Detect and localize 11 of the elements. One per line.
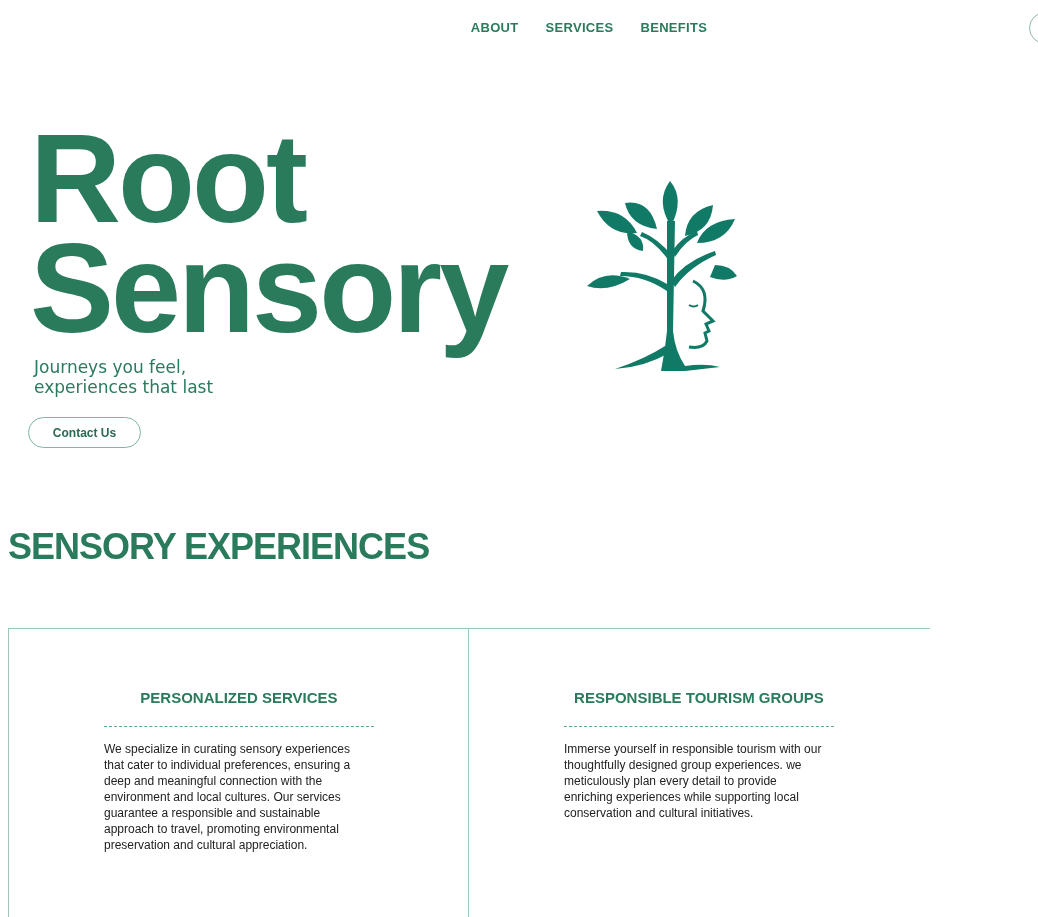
section-heading: SENSORY EXPERIENCES	[8, 526, 431, 568]
tagline: experiences that last	[34, 377, 214, 397]
nav-link[interactable]: BENEFITS	[640, 20, 708, 35]
nav-link[interactable]: ABOUT	[470, 20, 519, 35]
card-title: PERSONALIZED SERVICES	[139, 689, 339, 706]
card-title: RESPONSIBLE TOURISM GROUPS	[573, 689, 825, 706]
contact-button[interactable]: Contact Us	[28, 417, 141, 448]
card-text: Immerse yourself in responsible tourism with our thoughtfully designed group experiences. we meticulously plan every detail to provide enriching experiences while supporting local conservation and cultural initiatives.	[564, 741, 822, 821]
tagline: Journeys you feel,	[34, 357, 187, 377]
nav-link[interactable]: SERVICES	[545, 20, 614, 35]
card-text: We specialize in curating sensory experiences that cater to individual preferences, ensuring a deep and meaningful connection with the environment and local cultures. Our services guarantee a responsible and sustainable approach to travel, promoting environmental preservation and cultural appreciation.	[104, 741, 352, 853]
